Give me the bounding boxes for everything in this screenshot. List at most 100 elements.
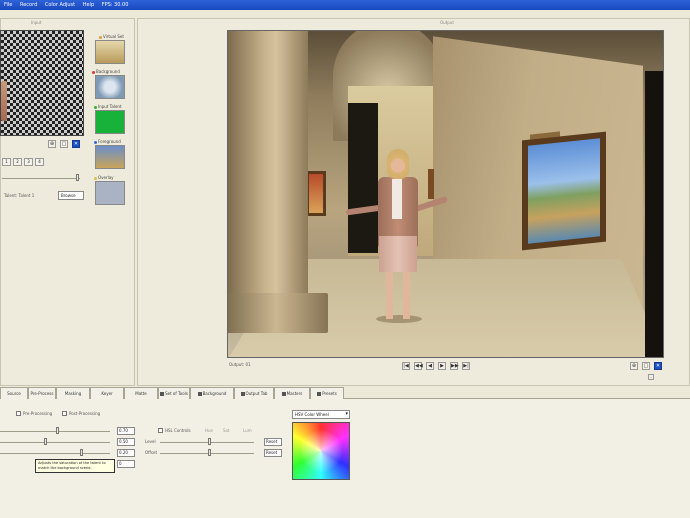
transport-back[interactable]: ◀: [426, 362, 434, 370]
menu-record[interactable]: Record: [20, 2, 37, 8]
tab-keyer[interactable]: Keyer: [90, 387, 124, 399]
output-fit-icon[interactable]: □: [642, 362, 650, 370]
thumb-virtual-set[interactable]: [95, 40, 125, 64]
far-painting: [428, 169, 434, 199]
fit-icon[interactable]: □: [60, 140, 68, 148]
value-box-4[interactable]: 0: [117, 460, 135, 468]
tab-bar: Source Pre-Process Masking Keyer Matte S…: [0, 387, 690, 399]
talent-leg-left: [386, 271, 393, 319]
layer-label-input-talent: Input Talent: [94, 104, 122, 109]
row-button-3[interactable]: 3: [24, 158, 33, 166]
slider-track-3[interactable]: [0, 453, 110, 454]
hsl-level-label: Level: [145, 439, 156, 444]
talent-head: [387, 149, 409, 179]
tab-icon: [197, 392, 202, 396]
output-preview: [227, 30, 664, 358]
transport-forward[interactable]: ▶▶: [450, 362, 459, 370]
hsl-sat-label: Sat: [223, 428, 230, 433]
door-right: [645, 71, 663, 357]
column-base: [228, 293, 328, 333]
tab-set-of-tools[interactable]: Set of Tools: [158, 387, 190, 399]
talent-shadow: [376, 315, 422, 323]
slider-track-2[interactable]: [0, 442, 110, 443]
value-box-1[interactable]: 0.70: [117, 427, 135, 435]
tab-output[interactable]: Output Tab: [234, 387, 274, 399]
input-talent-figure: [1, 81, 7, 121]
tab-masking[interactable]: Masking: [56, 387, 90, 399]
hsl-label: HSL Controls: [165, 428, 191, 433]
tab-pre-process[interactable]: Pre-Process: [28, 387, 56, 399]
painting-main: [522, 131, 606, 251]
talent-shirt: [392, 179, 402, 219]
menu-help[interactable]: Help: [83, 2, 94, 8]
menu-file[interactable]: File: [4, 2, 12, 8]
cursor-indicator-icon: ·: [648, 374, 654, 381]
hsl-level-thumb[interactable]: [208, 438, 211, 445]
pre-processing-label: Pre-Processing: [23, 411, 53, 416]
column: [228, 31, 308, 331]
input-preview: [0, 30, 84, 136]
slider-track-1[interactable]: [0, 431, 110, 432]
layer-label-virtual-set: Virtual Set: [99, 34, 124, 39]
row-button-2[interactable]: 2: [13, 158, 22, 166]
color-wheel[interactable]: [292, 422, 350, 480]
layer-dot-icon: [94, 140, 97, 144]
hsl-offset-thumb[interactable]: [208, 449, 211, 456]
hsl-offset-reset[interactable]: Reset: [264, 449, 282, 457]
tab-icon: [240, 392, 245, 396]
color-mode-select[interactable]: HSV Color Wheel: [292, 410, 350, 419]
talent-label: Talent: Talent 1: [4, 193, 34, 198]
post-processing-label: Post-Processing: [69, 411, 101, 416]
zoom-icon[interactable]: ⊕: [48, 140, 56, 148]
browse-button[interactable]: Browse: [58, 191, 84, 200]
output-close-icon[interactable]: ✕: [654, 362, 662, 370]
transport-first[interactable]: |◀: [402, 362, 410, 370]
tab-matte[interactable]: Matte: [124, 387, 158, 399]
row-button-1[interactable]: 1: [2, 158, 11, 166]
layer-dot-icon: [94, 176, 97, 180]
talent-leg-right: [403, 271, 410, 319]
tab-icon: [317, 392, 322, 396]
menu-color-adjust[interactable]: Color Adjust: [45, 2, 75, 8]
thumb-foreground[interactable]: [95, 145, 125, 169]
door-left: [348, 103, 378, 253]
thumb-input-talent[interactable]: [95, 110, 125, 134]
slider-thumb-3[interactable]: [80, 449, 83, 456]
input-slider-thumb[interactable]: [76, 174, 79, 181]
talent-value: Talent 1: [18, 193, 35, 198]
value-box-3[interactable]: 0.20: [117, 449, 135, 457]
tab-source[interactable]: Source: [0, 387, 28, 399]
tab-icon: [281, 392, 286, 396]
thumb-overlay[interactable]: [95, 181, 125, 205]
slider-thumb-1[interactable]: [56, 427, 59, 434]
tab-presets[interactable]: Presets: [310, 387, 344, 399]
hsl-hue-label: Hue: [205, 428, 214, 433]
slider-thumb-2[interactable]: [44, 438, 47, 445]
pre-processing-checkbox[interactable]: [16, 411, 21, 416]
layer-label-foreground: Foreground: [94, 139, 121, 144]
output-status: Output: 01: [229, 362, 251, 367]
fps-readout: FPS: 30.00: [101, 2, 129, 8]
row-button-4[interactable]: 4: [35, 158, 44, 166]
hsl-level-reset[interactable]: Reset: [264, 438, 282, 446]
post-processing-checkbox[interactable]: [62, 411, 67, 416]
input-slider-track[interactable]: [2, 178, 80, 179]
hsl-offset-track[interactable]: [160, 453, 254, 454]
transport-rewind[interactable]: ◀◀: [414, 362, 423, 370]
transport-last[interactable]: ▶|: [462, 362, 470, 370]
talent-skirt: [379, 236, 417, 272]
tab-background[interactable]: Background: [190, 387, 234, 399]
thumb-background[interactable]: [95, 75, 125, 99]
output-zoom-icon[interactable]: ⊕: [630, 362, 638, 370]
title-bar: File Record Color Adjust Help FPS: 30.00: [0, 0, 690, 10]
hsl-checkbox[interactable]: [158, 428, 163, 433]
value-box-2[interactable]: 0.50: [117, 438, 135, 446]
hsl-level-track[interactable]: [160, 442, 254, 443]
close-icon[interactable]: ✕: [72, 140, 80, 148]
layer-dot-icon: [92, 70, 95, 74]
tab-masters[interactable]: Masters: [274, 387, 310, 399]
transport-play[interactable]: ▶: [438, 362, 446, 370]
hsl-lum-label: Lum: [243, 428, 252, 433]
talent-label-text: Talent:: [4, 193, 18, 198]
tab-icon: [160, 392, 165, 396]
